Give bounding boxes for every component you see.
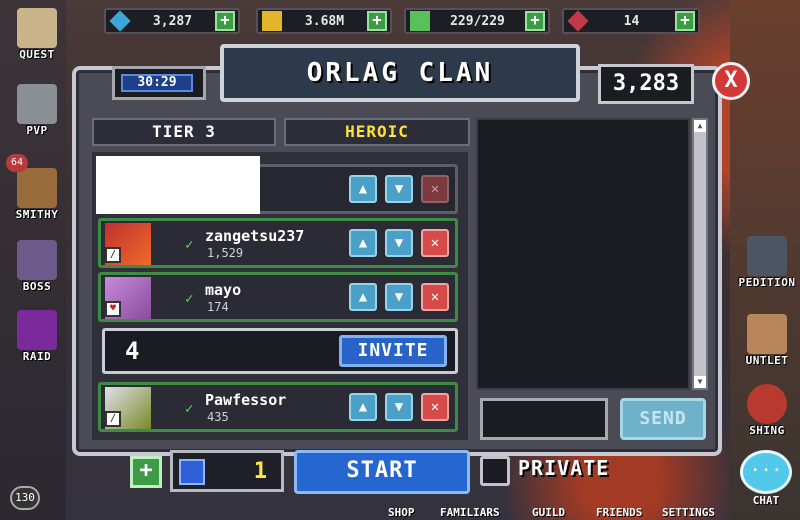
- crossed-swords-icon: [17, 84, 57, 124]
- move-down-button[interactable]: ▼: [385, 283, 413, 311]
- sidebar-item-smithy[interactable]: SMITHY: [4, 168, 70, 221]
- raid-timer: 30:29: [112, 66, 206, 100]
- add-gems-button[interactable]: +: [215, 11, 235, 31]
- player-power: 1,529: [207, 246, 244, 260]
- move-up-button[interactable]: ▲: [349, 283, 377, 311]
- move-up-button[interactable]: ▲: [349, 393, 377, 421]
- sidebar-item-boss[interactable]: BOSS: [4, 240, 70, 293]
- move-up-button[interactable]: ▲: [349, 229, 377, 257]
- nav-familiars[interactable]: FAMILIARS: [440, 506, 500, 519]
- smithy-badge: 64: [6, 154, 28, 172]
- energy-bar-icon: [410, 11, 430, 31]
- tier-label: TIER 3: [92, 118, 276, 146]
- start-button[interactable]: START: [294, 450, 470, 494]
- blue-gem-icon: [109, 10, 131, 32]
- purple-crystal-icon: [17, 310, 57, 350]
- chat-button[interactable]: ··· CHAT: [736, 450, 796, 516]
- gold-coin-icon: [262, 11, 282, 31]
- player-power: 174: [207, 300, 229, 314]
- chat-input[interactable]: [480, 398, 608, 440]
- fishing-icon: [747, 384, 787, 424]
- sidebar-item-expedition[interactable]: PEDITION: [734, 236, 800, 289]
- expedition-icon: [747, 236, 787, 276]
- sidebar-item-quest[interactable]: QUEST: [4, 8, 70, 61]
- player-level-badge: 130: [10, 486, 40, 510]
- kick-button[interactable]: ✕: [421, 393, 449, 421]
- gauntlet-icon: [747, 314, 787, 354]
- add-tickets-button[interactable]: +: [130, 456, 162, 488]
- move-down-button[interactable]: ▼: [385, 175, 413, 203]
- heart-badge-icon: ♥: [105, 301, 121, 317]
- sidebar-item-fishing[interactable]: SHING: [734, 384, 800, 437]
- weapon-badge-icon: /: [105, 411, 121, 427]
- player-name: Pawfessor: [205, 391, 287, 409]
- scroll-down-icon[interactable]: ▼: [694, 376, 706, 388]
- boss-skull-icon: [17, 240, 57, 280]
- member-slot: / ✓ Pawfessor 435 ▲ ▼ ✕: [98, 382, 458, 432]
- add-energy-button[interactable]: +: [525, 11, 545, 31]
- weapon-badge-icon: /: [105, 247, 121, 263]
- move-down-button[interactable]: ▼: [385, 229, 413, 257]
- add-gold-button[interactable]: +: [367, 11, 387, 31]
- red-gem-icon: [567, 10, 589, 32]
- nav-settings[interactable]: SETTINGS: [662, 506, 715, 519]
- red-gems-resource: 14 +: [562, 8, 700, 34]
- redacted-area: [96, 156, 260, 214]
- timer-text: 30:29: [121, 74, 193, 92]
- kick-button[interactable]: ✕: [421, 229, 449, 257]
- close-button[interactable]: X: [712, 62, 750, 100]
- sidebar-item-pvp[interactable]: PVP: [4, 84, 70, 137]
- chat-messages: [476, 118, 690, 390]
- slot-number: 4: [125, 337, 140, 365]
- open-slot: 4 INVITE: [102, 328, 458, 374]
- player-power: 435: [207, 410, 229, 424]
- energy-resource: 229/229 +: [404, 8, 550, 34]
- ready-check-icon: ✓: [185, 237, 194, 253]
- ready-check-icon: ✓: [185, 401, 194, 417]
- sidebar-item-raid[interactable]: RAID: [4, 310, 70, 363]
- difficulty-label: HEROIC: [284, 118, 470, 146]
- chat-scrollbar[interactable]: ▲ ▼: [692, 118, 708, 390]
- member-slot: ♥ ✓ mayo 174 ▲ ▼ ✕: [98, 272, 458, 322]
- gems-resource: 3,287 +: [104, 8, 240, 34]
- sidebar-item-gauntlet[interactable]: UNTLET: [734, 314, 800, 367]
- nav-friends[interactable]: FRIENDS: [596, 506, 642, 519]
- kick-button-disabled: ✕: [421, 175, 449, 203]
- nav-shop[interactable]: SHOP: [388, 506, 415, 519]
- player-name: mayo: [205, 281, 242, 299]
- member-slot: / ✓ zangetsu237 1,529 ▲ ▼ ✕: [98, 218, 458, 268]
- raid-ticket-counter: 1: [170, 450, 284, 492]
- scroll-up-icon[interactable]: ▲: [694, 120, 706, 132]
- player-name: zangetsu237: [205, 227, 305, 245]
- panel-title: ORLAG CLAN: [220, 44, 580, 102]
- quest-scroll-icon: [17, 8, 57, 48]
- private-checkbox[interactable]: [480, 456, 510, 486]
- move-up-button[interactable]: ▲: [349, 175, 377, 203]
- raid-ticket-icon: [179, 459, 205, 485]
- add-red-gems-button[interactable]: +: [675, 11, 695, 31]
- ticket-count: 1: [253, 459, 267, 484]
- invite-button[interactable]: INVITE: [339, 335, 447, 367]
- private-label: PRIVATE: [518, 456, 610, 480]
- send-button[interactable]: SEND: [620, 398, 706, 440]
- kick-button[interactable]: ✕: [421, 283, 449, 311]
- nav-guild[interactable]: GUILD: [532, 506, 565, 519]
- gold-resource: 3.68M +: [256, 8, 392, 34]
- move-down-button[interactable]: ▼: [385, 393, 413, 421]
- ready-check-icon: ✓: [185, 291, 194, 307]
- chat-bubble-icon: ···: [740, 450, 792, 494]
- anvil-icon: [17, 168, 57, 208]
- panel-gems-count: 3,283: [598, 64, 694, 104]
